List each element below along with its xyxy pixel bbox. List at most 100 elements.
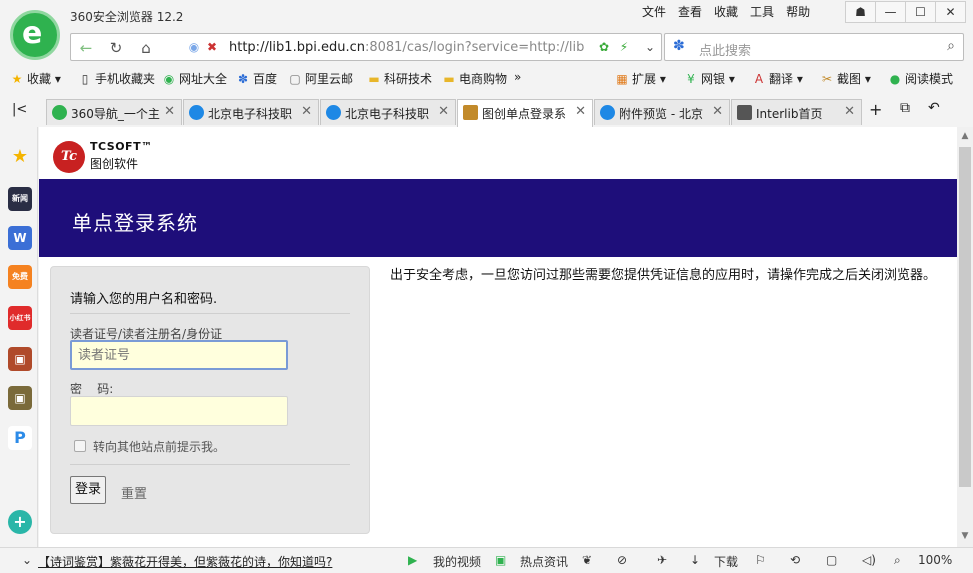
tab-close-icon[interactable]: ✕ (164, 104, 175, 119)
tab-close-icon[interactable]: ✕ (575, 104, 586, 119)
bookmark-baidu[interactable]: ✽ 百度 (236, 70, 277, 87)
yen-icon: ¥ (687, 72, 695, 86)
title-bar: e 360安全浏览器 12.2 文件 查看 收藏 工具 帮助 ☗ — ☐ ✕ (0, 0, 973, 60)
download-link[interactable]: 下载 (714, 553, 738, 570)
screenshot-button[interactable]: ✂ 截图 ▾ (820, 70, 871, 87)
divider (70, 313, 350, 314)
skin-button[interactable]: ☗ (845, 1, 876, 23)
scroll-thumb[interactable] (959, 147, 971, 487)
volume-icon[interactable]: ◁) (862, 553, 876, 567)
tab-close-icon[interactable]: ✕ (438, 104, 449, 119)
login-button[interactable]: 登录 (70, 476, 106, 504)
add-app-icon[interactable]: + (8, 510, 32, 534)
tab-bpi-2[interactable]: 北京电子科技职 ✕ (320, 99, 456, 125)
download-icon[interactable]: ↓ (690, 553, 700, 567)
xiaohongshu-app-icon[interactable]: 小红书 (8, 306, 32, 330)
news-expand-icon[interactable]: ⌄ (22, 553, 32, 567)
login-heading: 请输入您的用户名和密码. (70, 292, 218, 307)
menu-help[interactable]: 帮助 (780, 4, 816, 20)
news-ticker[interactable]: 【诗词鉴赏】紫薇花开得美，但紫薇花的诗，你知道吗? (38, 553, 332, 570)
novel-app-icon[interactable]: 免费 (8, 265, 32, 289)
scissors-icon: ✂ (821, 72, 833, 86)
favorites-star-icon[interactable]: ★ (8, 145, 32, 169)
lightning-icon[interactable]: ⚡ (617, 40, 631, 54)
maximize-button[interactable]: ☐ (905, 1, 936, 23)
insecure-lock-icon[interactable]: ✖ (205, 40, 219, 54)
bookmark-favorites[interactable]: ★ 收藏 ▾ (10, 70, 61, 87)
password-input[interactable] (70, 396, 288, 426)
extensions-button[interactable]: ▦ 扩展 ▾ (615, 70, 666, 87)
close-button[interactable]: ✕ (935, 1, 966, 23)
window-icon[interactable]: ▢ (826, 553, 837, 567)
baidu-paw-icon[interactable]: ✽ (673, 38, 685, 54)
bookmark-aliyun-mail[interactable]: ▢ 阿里云邮 (288, 70, 353, 87)
speedup-icon[interactable]: ⊘ (617, 553, 627, 567)
password-label: 密 码: (70, 382, 114, 396)
tab-favicon-icon (737, 105, 752, 120)
search-input[interactable]: 点此搜索 (699, 40, 751, 59)
translate-button[interactable]: A 翻译 ▾ (752, 70, 803, 87)
scroll-up-icon[interactable]: ▲ (960, 131, 970, 141)
tab-close-icon[interactable]: ✕ (844, 104, 855, 119)
zoom-level[interactable]: 100% (918, 553, 952, 567)
tab-interlib-home[interactable]: Interlib首页 ✕ (731, 99, 862, 125)
search-icon[interactable]: ⌕ (947, 38, 955, 54)
back-arrow-icon[interactable]: ← (75, 38, 97, 58)
bookmark-research[interactable]: ▬ 科研技术 (367, 70, 432, 87)
minimize-button[interactable]: — (875, 1, 906, 23)
video-icon[interactable]: ▶ (408, 553, 417, 567)
brand-name: TCSOFT™ (90, 140, 153, 153)
security-notice: 出于安全考虑，一旦您访问过那些需要您提供凭证信息的应用时，请操作完成之后关闭浏览… (390, 268, 937, 283)
refresh-icon[interactable]: ↻ (105, 38, 127, 58)
warn-checkbox[interactable] (74, 440, 86, 452)
dropdown-chevron-icon[interactable]: ⌄ (643, 40, 657, 54)
my-video-link[interactable]: 我的视频 (433, 553, 481, 570)
menu-view[interactable]: 查看 (672, 4, 708, 20)
phone-icon: ▯ (81, 72, 89, 86)
news-app-icon[interactable]: 新闻 (8, 187, 32, 211)
bookmarks-more-icon[interactable]: » (514, 70, 521, 84)
tab-attachment-preview[interactable]: 附件预览 - 北京 ✕ (594, 99, 730, 125)
tab-sso-login[interactable]: 图创单点登录系 ✕ (457, 99, 593, 127)
speed-icon[interactable]: ✿ (597, 40, 611, 54)
warn-checkbox-label[interactable]: 转向其他站点前提示我。 (93, 438, 225, 455)
address-bar[interactable]: ← ↻ ⌂ ◉ ✖ http://lib1.bpi.edu.cn:8081/ca… (70, 33, 662, 61)
pin-icon[interactable]: ✈ (657, 553, 667, 567)
pay-app-icon[interactable]: P (8, 426, 32, 450)
bookmark-ecommerce[interactable]: ▬ 电商购物 (442, 70, 507, 87)
search-box[interactable]: ✽ 点此搜索 ⌕ (664, 33, 964, 61)
username-input[interactable] (70, 340, 288, 370)
docs-app-icon[interactable]: W (8, 226, 32, 250)
login-form: 请输入您的用户名和密码. 读者证号/读者注册名/身份证 密 码: 转向其他站点前… (50, 266, 370, 534)
scroll-down-icon[interactable]: ▼ (960, 531, 970, 541)
translate-status-icon[interactable]: ⟲ (790, 553, 800, 567)
undo-close-tab-icon[interactable]: ↶ (928, 100, 940, 116)
tab-close-icon[interactable]: ✕ (712, 104, 723, 119)
flag-icon[interactable]: ⚐ (755, 553, 766, 567)
menu-favorites[interactable]: 收藏 (708, 4, 744, 20)
page-title: 单点登录系统 (72, 211, 198, 235)
bookmark-mobile[interactable]: ▯ 手机收藏夹 (78, 70, 155, 87)
tab-bpi-1[interactable]: 北京电子科技职 ✕ (183, 99, 319, 125)
reading-mode-button[interactable]: ● 阅读模式 (888, 70, 953, 87)
hot-news-link[interactable]: 热点资讯 (520, 553, 568, 570)
bank-button[interactable]: ¥ 网银 ▾ (684, 70, 735, 87)
game2-app-icon[interactable]: ▣ (8, 386, 32, 410)
tab-close-icon[interactable]: ✕ (301, 104, 312, 119)
reset-button[interactable]: 重置 (121, 483, 147, 502)
url-text[interactable]: http://lib1.bpi.edu.cn:8081/cas/login?se… (229, 40, 589, 55)
vertical-scrollbar[interactable]: ▲ ▼ (957, 127, 973, 547)
game-app-icon[interactable]: ▣ (8, 347, 32, 371)
home-icon[interactable]: ⌂ (135, 38, 157, 58)
menu-tools[interactable]: 工具 (744, 4, 780, 20)
tab-overview-icon[interactable]: ⧉ (900, 100, 910, 116)
url-host: http://lib1.bpi.edu.cn (229, 40, 365, 55)
tab-list-toggle-icon[interactable]: |< (12, 102, 27, 117)
leaf-icon[interactable]: ❦ (582, 553, 592, 567)
new-tab-icon[interactable]: + (869, 100, 882, 119)
menu-file[interactable]: 文件 (636, 4, 672, 20)
tab-360-nav[interactable]: 360导航_一个主 ✕ (46, 99, 182, 125)
bookmark-url-directory[interactable]: ◉ 网址大全 (162, 70, 227, 87)
zoom-icon[interactable]: ⌕ (894, 553, 901, 568)
hot-news-icon[interactable]: ▣ (495, 553, 506, 567)
